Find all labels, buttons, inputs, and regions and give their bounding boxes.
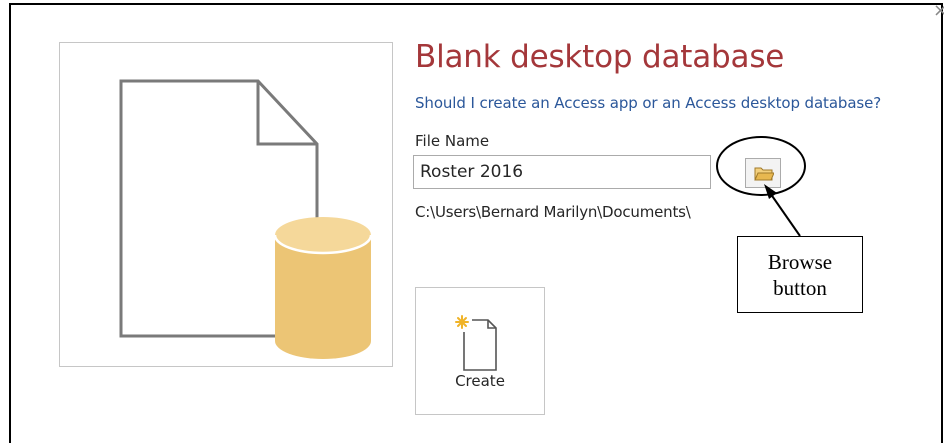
access-app-help-link[interactable]: Should I create an Access app or an Acce…: [415, 94, 881, 112]
annotation-callout: Browse button: [737, 236, 863, 313]
template-preview: [59, 42, 393, 367]
close-icon[interactable]: ×: [933, 1, 944, 21]
save-location-path: C:\Users\Bernard Marilyn\Documents\: [415, 203, 691, 221]
callout-line-1: Browse: [767, 249, 833, 274]
annotation-circle: [716, 136, 806, 196]
blank-database-icon: [119, 79, 373, 359]
page-title: Blank desktop database: [415, 39, 785, 75]
callout-line-2: button: [773, 275, 827, 300]
new-document-icon: [455, 315, 497, 371]
file-name-label: File Name: [415, 132, 490, 150]
create-button[interactable]: Create: [415, 287, 545, 415]
file-name-input[interactable]: [413, 155, 711, 189]
create-label: Create: [455, 372, 505, 390]
